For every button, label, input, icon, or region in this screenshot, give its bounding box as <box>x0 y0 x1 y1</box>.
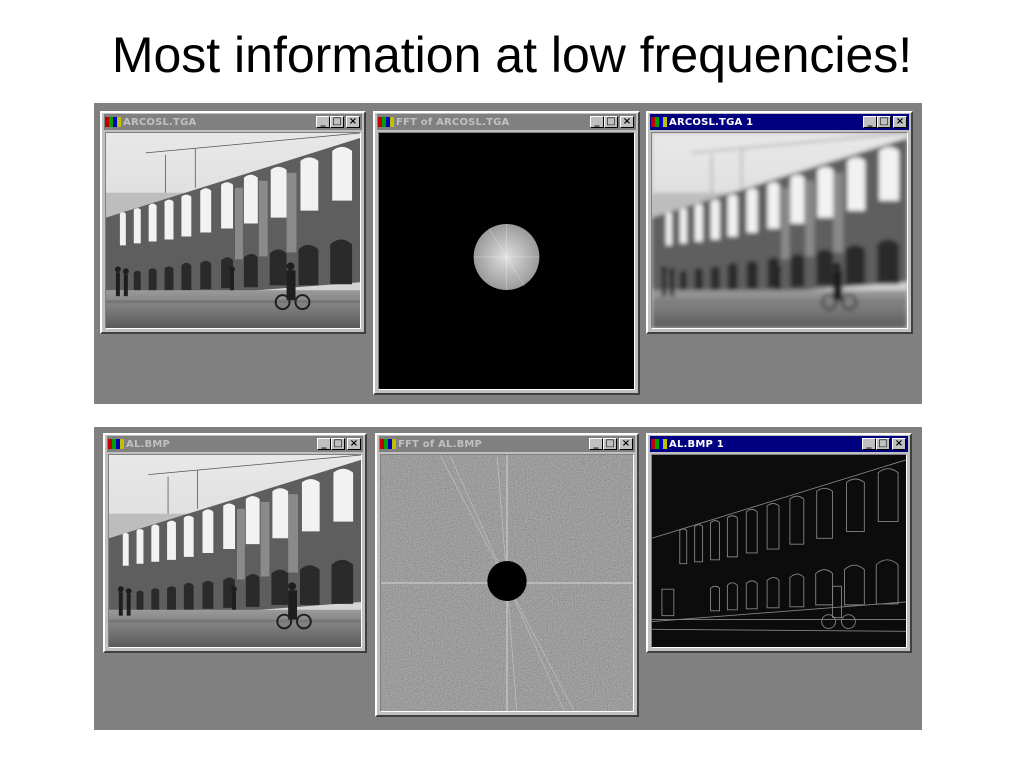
minimize-button[interactable]: _ <box>590 116 604 128</box>
minimize-button[interactable]: _ <box>863 116 877 128</box>
window-title: ARCOSL.TGA 1 <box>669 116 754 128</box>
minimize-button[interactable]: _ <box>862 438 876 450</box>
window-titlebar[interactable]: AL.BMP 1 _ □ × <box>650 436 908 452</box>
image-window-al[interactable]: AL.BMP _ □ × <box>103 433 367 653</box>
close-button[interactable]: × <box>619 438 633 450</box>
close-icon: × <box>621 438 631 449</box>
close-button[interactable]: × <box>892 438 906 450</box>
close-icon: × <box>895 116 905 127</box>
maximize-button[interactable]: □ <box>876 438 890 450</box>
minimize-button[interactable]: _ <box>317 438 331 450</box>
minimize-icon: _ <box>320 116 326 127</box>
app-icon <box>651 117 667 127</box>
fft-canvas <box>378 132 635 390</box>
image-canvas <box>651 454 907 648</box>
maximize-icon: □ <box>879 116 889 127</box>
fft-highpass-spectrum <box>381 455 633 711</box>
app-icon <box>380 439 396 449</box>
maximize-button[interactable]: □ <box>331 438 345 450</box>
window-title: AL.BMP <box>126 438 171 450</box>
top-panel: ARCOSL.TGA _ □ × FFT of ARCOSL.TGA _ □ × <box>94 103 922 404</box>
photo-arcade <box>109 455 361 647</box>
window-title: FFT of ARCOSL.TGA <box>396 116 510 128</box>
photo-arcade-blurred <box>652 133 907 328</box>
window-titlebar[interactable]: ARCOSL.TGA _ □ × <box>104 114 362 130</box>
highpass-center-mask <box>487 561 527 601</box>
maximize-button[interactable]: □ <box>603 438 617 450</box>
maximize-icon: □ <box>878 438 888 449</box>
maximize-icon: □ <box>605 438 615 449</box>
bottom-panel: AL.BMP _ □ × FFT of AL.BMP _ □ × AL.BMP … <box>94 427 922 730</box>
close-button[interactable]: × <box>620 116 634 128</box>
app-icon <box>108 439 124 449</box>
window-titlebar[interactable]: AL.BMP _ □ × <box>107 436 363 452</box>
maximize-icon: □ <box>332 116 342 127</box>
maximize-icon: □ <box>606 116 616 127</box>
close-icon: × <box>348 116 358 127</box>
minimize-icon: _ <box>867 116 873 127</box>
fft-lowpass-spectrum <box>379 133 634 389</box>
maximize-button[interactable]: □ <box>877 116 891 128</box>
app-icon <box>105 117 121 127</box>
minimize-icon: _ <box>866 438 872 449</box>
image-canvas <box>105 132 361 329</box>
app-icon <box>651 439 667 449</box>
minimize-button[interactable]: _ <box>589 438 603 450</box>
minimize-icon: _ <box>594 116 600 127</box>
close-icon: × <box>894 438 904 449</box>
close-icon: × <box>349 438 359 449</box>
window-titlebar[interactable]: FFT of AL.BMP _ □ × <box>379 436 635 452</box>
fft-canvas <box>380 454 634 712</box>
close-button[interactable]: × <box>893 116 907 128</box>
minimize-button[interactable]: _ <box>316 116 330 128</box>
image-window-arcosl[interactable]: ARCOSL.TGA _ □ × <box>100 111 366 334</box>
minimize-icon: _ <box>593 438 599 449</box>
close-button[interactable]: × <box>347 438 361 450</box>
edge-image <box>652 455 906 647</box>
maximize-button[interactable]: □ <box>330 116 344 128</box>
window-title: AL.BMP 1 <box>669 438 724 450</box>
fft-window-arcosl[interactable]: FFT of ARCOSL.TGA _ □ × <box>373 111 640 395</box>
result-window-al[interactable]: AL.BMP 1 _ □ × <box>646 433 912 653</box>
window-title: ARCOSL.TGA <box>123 116 197 128</box>
close-icon: × <box>622 116 632 127</box>
maximize-button[interactable]: □ <box>604 116 618 128</box>
maximize-icon: □ <box>333 438 343 449</box>
minimize-icon: _ <box>321 438 327 449</box>
fft-window-al[interactable]: FFT of AL.BMP _ □ × <box>375 433 639 717</box>
window-title: FFT of AL.BMP <box>398 438 483 450</box>
app-icon <box>378 117 394 127</box>
window-titlebar[interactable]: FFT of ARCOSL.TGA _ □ × <box>377 114 636 130</box>
image-canvas <box>108 454 362 648</box>
result-window-arcosl[interactable]: ARCOSL.TGA 1 _ □ × <box>646 111 913 334</box>
image-canvas <box>651 132 908 329</box>
window-titlebar[interactable]: ARCOSL.TGA 1 _ □ × <box>650 114 909 130</box>
close-button[interactable]: × <box>346 116 360 128</box>
photo-arcade <box>106 133 360 328</box>
slide-title: Most information at low frequencies! <box>111 27 913 83</box>
